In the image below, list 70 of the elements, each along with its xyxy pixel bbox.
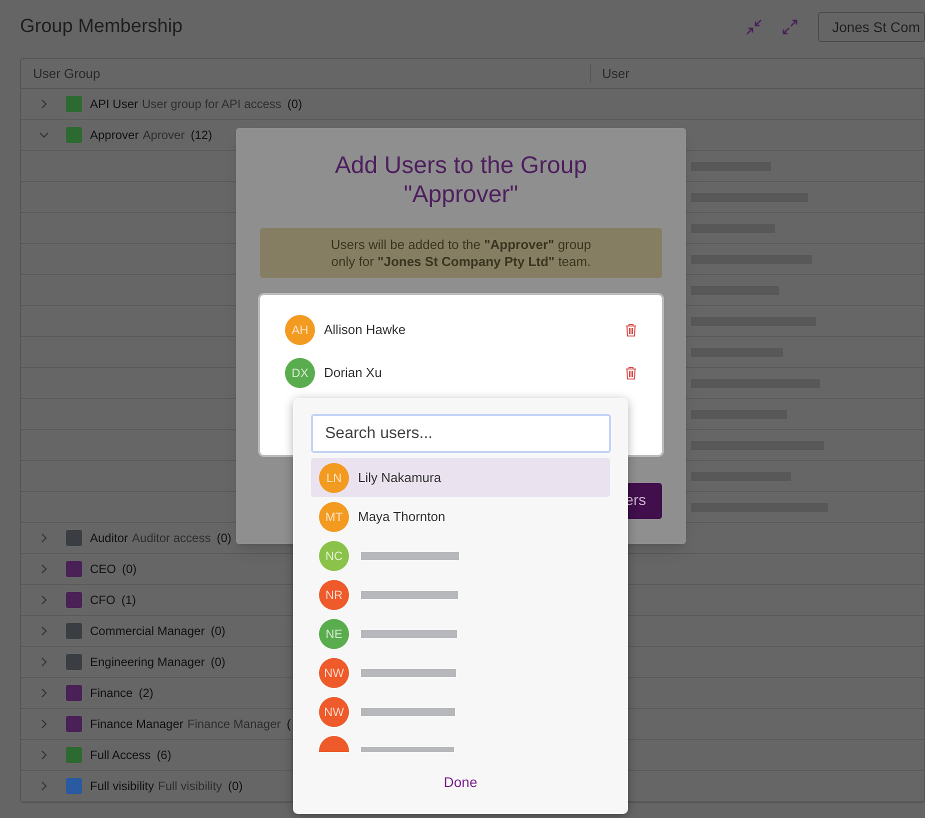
group-name: Commercial Manager [90, 623, 205, 640]
member-count: ( [286, 716, 291, 733]
chevron-icon[interactable] [39, 688, 49, 698]
group-name: CEO [90, 561, 116, 578]
member-count: (6) [156, 747, 172, 764]
member-count: (0) [210, 623, 226, 640]
member-count: (12) [190, 127, 212, 144]
trash-icon[interactable] [625, 366, 637, 380]
team-selector[interactable]: Jones St Com [818, 12, 925, 42]
avatar: AH [285, 315, 315, 345]
modal-title: Add Users to the Group [334, 151, 588, 180]
group-description: Full visibility [158, 778, 222, 795]
group-name: API User [90, 96, 138, 113]
member-count: (2) [138, 685, 154, 702]
chevron-icon[interactable] [39, 781, 49, 791]
avatar: NR [319, 580, 349, 610]
group-name: Finance Manager [90, 716, 184, 733]
chevron-icon[interactable] [39, 533, 49, 543]
group-name: Finance [90, 685, 133, 702]
group-name: Approver [90, 127, 139, 144]
member-count: (0) [287, 96, 302, 113]
group-description: Finance Manager [187, 716, 281, 733]
group-name: CFO [90, 592, 116, 609]
member-count: (0) [216, 530, 232, 547]
avatar: NC [319, 540, 349, 570]
column-header: User Group [33, 66, 100, 81]
chevron-icon[interactable] [39, 626, 49, 636]
user-option[interactable]: NW [311, 692, 610, 731]
group-description: Aprover [142, 127, 185, 144]
user-option[interactable]: MT Maya Thornton [311, 497, 610, 536]
member-count: (1) [121, 592, 136, 609]
chevron-icon[interactable] [39, 595, 49, 605]
notice-text: only for "Jones St Company Pty Ltd" team. [331, 253, 591, 270]
avatar: NW [319, 696, 349, 726]
page-title: Group Membership [20, 14, 183, 39]
member-count: (0) [210, 654, 226, 671]
group-description: User group for API access [142, 96, 282, 113]
modal-title: "Approver" [404, 180, 518, 209]
user-option[interactable]: NW [311, 653, 610, 692]
collapse-arrows-icon[interactable] [746, 19, 762, 35]
user-name: Allison Hawke [324, 321, 406, 340]
member-count: (0) [122, 561, 137, 578]
group-name: Engineering Manager [90, 654, 205, 671]
avatar: NW [319, 658, 349, 688]
avatar: NE [319, 618, 349, 648]
chevron-icon[interactable] [39, 750, 49, 760]
chevron-icon[interactable] [39, 99, 49, 109]
chevron-icon[interactable] [39, 564, 49, 574]
column-header: User [602, 66, 630, 81]
done-button[interactable]: Done [440, 772, 482, 793]
user-option[interactable]: NC [311, 536, 610, 575]
trash-icon[interactable] [625, 323, 637, 337]
avatar: DX [285, 358, 315, 388]
user-option[interactable]: LN Lily Nakamura [311, 458, 610, 497]
notice-text: Users will be added to the "Approver" group [330, 236, 592, 253]
group-description: Auditor access [132, 530, 211, 547]
member-count: (0) [228, 778, 243, 795]
user-option[interactable]: NE [311, 614, 610, 653]
avatar: LN [319, 462, 349, 492]
user-option[interactable]: NR [311, 575, 610, 614]
expand-arrows-icon[interactable] [782, 19, 798, 35]
user-name: Dorian Xu [324, 364, 382, 382]
group-name: Full Access [90, 747, 151, 764]
chevron-icon[interactable] [39, 719, 49, 729]
group-name: Auditor [90, 530, 128, 547]
group-name: Full visibility [90, 778, 154, 795]
chevron-icon[interactable] [39, 130, 49, 140]
chevron-icon[interactable] [39, 657, 49, 667]
search-field[interactable]: Search users... [311, 414, 611, 453]
avatar: MT [319, 502, 349, 532]
